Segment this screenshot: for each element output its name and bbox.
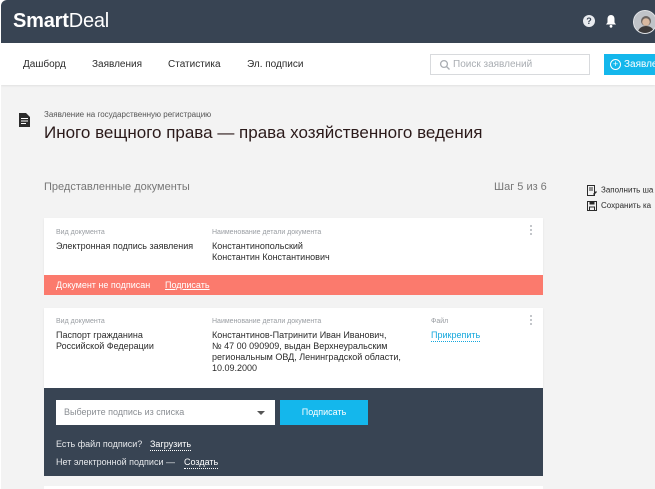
doc-type-value: Российской Федерации <box>56 341 154 351</box>
signature-select-placeholder: Выберите подпись из списка <box>64 407 185 417</box>
fill-template-action[interactable]: Заполнить ша <box>587 185 653 196</box>
nav-applications[interactable]: Заявления <box>92 59 142 70</box>
doc-type-label: Вид документа <box>56 318 105 325</box>
has-file-text: Есть файл подписи? <box>56 439 143 449</box>
app-window: SmartDeal ? Дашборд Заявления Статистика… <box>1 0 655 489</box>
attach-file-link[interactable]: Прикрепить <box>431 330 481 342</box>
page-title: Иного вещного права — права хозяйственно… <box>44 123 483 142</box>
step-indicator: Шаг 5 из 6 <box>494 181 547 193</box>
signing-panel: Выберите подпись из списка Подписать Ест… <box>44 388 543 476</box>
unsigned-warning-bar: Документ не подписан Подписать <box>44 275 543 295</box>
upload-link[interactable]: Загрузить <box>150 439 192 451</box>
doc-details-label: Наименование детали документа <box>212 318 322 325</box>
fill-template-icon <box>587 185 597 196</box>
nav-statistics[interactable]: Статистика <box>168 59 221 70</box>
sign-link[interactable]: Подписать <box>165 280 210 290</box>
new-application-label: Заявле <box>624 59 655 70</box>
section-title: Представленные документы <box>44 181 190 193</box>
search-input[interactable]: Поиск заявлений <box>430 54 590 75</box>
document-card-signature: Вид документа Электронная подпись заявле… <box>44 218 543 275</box>
document-icon <box>19 113 30 127</box>
doc-details-line: Константин Константинович <box>212 252 330 262</box>
plus-icon: + <box>610 59 621 70</box>
nav-bar: Дашборд Заявления Статистика Эл. подписи… <box>1 43 655 85</box>
save-icon <box>587 201 597 211</box>
no-signature-text: Нет электронной подписи — <box>56 457 175 467</box>
sign-button[interactable]: Подписать <box>280 400 368 425</box>
doc-details-line: Константинов-Патринити Иван Иванович, <box>212 330 387 340</box>
chevron-down-icon <box>257 411 265 415</box>
app-logo[interactable]: SmartDeal <box>13 10 109 33</box>
more-options-icon[interactable] <box>530 225 533 237</box>
save-draft-action[interactable]: Сохранить ка <box>587 201 651 211</box>
document-card-passport: Вид документа Паспорт гражданина Российс… <box>44 308 543 388</box>
doc-type-value: Электронная подпись заявления <box>56 241 194 251</box>
new-application-button[interactable]: + Заявле <box>604 54 655 75</box>
file-label: Файл <box>431 318 449 325</box>
more-options-icon[interactable] <box>530 315 533 327</box>
unsigned-warning-text: Документ не подписан <box>56 280 151 290</box>
doc-details-line: региональным ОВД, Ленинградской области, <box>212 352 401 362</box>
search-icon <box>439 59 450 70</box>
application-subtitle: Заявление на государственную регистрацию <box>44 110 212 119</box>
search-placeholder: Поиск заявлений <box>453 59 533 70</box>
user-avatar[interactable] <box>633 10 655 34</box>
help-icon[interactable]: ? <box>583 15 595 27</box>
doc-details-line: 10.09.2000 <box>212 363 258 373</box>
doc-details-line: Константинопольский <box>212 241 303 251</box>
signature-select[interactable]: Выберите подпись из списка <box>56 400 275 425</box>
doc-details-label: Наименование детали документа <box>212 229 322 236</box>
nav-dashboard[interactable]: Дашборд <box>23 59 66 70</box>
doc-type-value: Паспорт гражданина <box>56 330 143 340</box>
nav-e-signatures[interactable]: Эл. подписи <box>247 59 303 70</box>
doc-details-line: № 47 00 090909, выдан Верхнеуральским <box>212 341 388 351</box>
create-signature-link[interactable]: Создать <box>184 457 219 469</box>
doc-type-label: Вид документа <box>56 229 105 236</box>
top-bar: SmartDeal ? <box>1 0 655 43</box>
bell-icon[interactable] <box>605 14 617 28</box>
